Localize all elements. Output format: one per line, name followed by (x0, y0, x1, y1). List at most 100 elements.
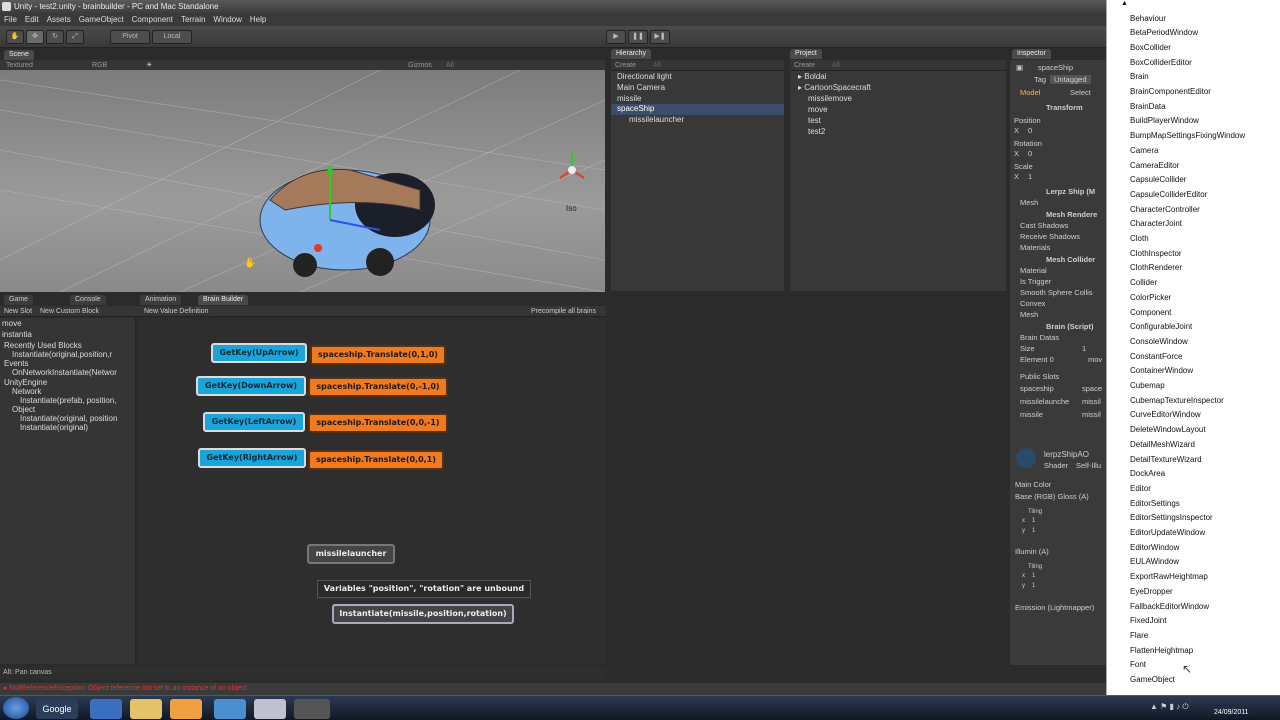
dropdown-item[interactable]: FixedJoint (1130, 616, 1166, 625)
hierarchy-item-selected[interactable]: spaceShip (617, 104, 654, 113)
pause-button[interactable]: ❚❚ (628, 30, 648, 44)
hierarchy-item[interactable]: missilelauncher (629, 115, 684, 124)
dropdown-item[interactable]: CapsuleColliderEditor (1130, 190, 1207, 199)
unity-taskbar-icon[interactable] (294, 699, 330, 719)
object-name-field[interactable]: spaceShip (1038, 63, 1073, 72)
tree-item[interactable]: OnNetworkInstantiate(Networ (12, 368, 117, 377)
menu-file[interactable]: File (0, 13, 21, 26)
tree-item[interactable]: Instantiate(original, position (20, 414, 117, 423)
project-item[interactable]: missilemove (808, 94, 852, 103)
menu-help[interactable]: Help (246, 13, 270, 26)
tab-scene[interactable]: Scene (4, 50, 34, 60)
tag-select[interactable]: Untagged (1050, 75, 1091, 84)
translate-left-block[interactable]: spaceship.Translate(0,0,-1) (308, 413, 448, 433)
dropdown-item[interactable]: CameraEditor (1130, 161, 1179, 170)
dropdown-item[interactable]: FallbackEditorWindow (1130, 602, 1209, 611)
new-slot-button[interactable]: New Slot (4, 306, 32, 317)
dropdown-item[interactable]: BetaPeriodWindow (1130, 28, 1198, 37)
dropdown-item[interactable]: DeleteWindowLayout (1130, 425, 1206, 434)
translate-right-block[interactable]: spaceship.Translate(0,0,1) (308, 450, 444, 470)
tray-icons[interactable]: ▲ ⚑ ▮ ♪ ⏻ (1150, 702, 1189, 712)
size-field[interactable]: 1 (1082, 344, 1086, 353)
model-select-button[interactable]: Select (1070, 88, 1091, 97)
dropdown-item[interactable]: BuildPlayerWindow (1130, 116, 1199, 125)
dropdown-item[interactable]: DetailTextureWizard (1130, 455, 1202, 464)
menu-component[interactable]: Component (128, 13, 177, 26)
error-status[interactable]: ● NullReferenceException: Object referen… (0, 683, 1106, 695)
dropdown-item[interactable]: EditorSettings (1130, 499, 1180, 508)
dropdown-item[interactable]: BrainData (1130, 102, 1166, 111)
translate-down-block[interactable]: spaceship.Translate(0,-1,0) (308, 377, 448, 397)
project-item-folder[interactable]: ▸ CartoonSpacecraft (798, 83, 871, 92)
hierarchy-item[interactable]: Main Camera (617, 83, 665, 92)
google-taskbar-button[interactable]: Google (36, 699, 78, 719)
precompile-button[interactable]: Precompile all brains (531, 306, 596, 317)
new-custom-block-button[interactable]: New Custom Block (40, 306, 99, 317)
getkey-down-block[interactable]: GetKey(DownArrow) (196, 376, 306, 396)
play-button[interactable]: ▶ (606, 30, 626, 44)
tree-item[interactable]: Instantiate(original) (20, 423, 88, 432)
app-icon[interactable] (254, 699, 286, 719)
local-toggle[interactable]: Local (152, 30, 192, 44)
dropdown-item[interactable]: CurveEditorWindow (1130, 410, 1201, 419)
tree-item[interactable]: Events (4, 359, 28, 368)
tab-console[interactable]: Console (70, 295, 106, 305)
tiling-x-field[interactable]: 1 (1032, 518, 1035, 524)
dropdown-item[interactable]: ConsoleWindow (1130, 337, 1188, 346)
tab-project[interactable]: Project (790, 49, 822, 59)
dropdown-item[interactable]: EditorSettingsInspector (1130, 513, 1213, 522)
dropdown-item[interactable]: GameObject (1130, 675, 1175, 684)
tiling-y-field[interactable]: 1 (1032, 528, 1035, 534)
dropdown-item[interactable]: Editor (1130, 484, 1151, 493)
dropdown-item[interactable]: Cloth (1130, 234, 1149, 243)
new-value-definition-button[interactable]: New Value Definition (144, 306, 208, 317)
tab-brain-builder[interactable]: Brain Builder (198, 295, 249, 305)
menu-terrain[interactable]: Terrain (177, 13, 209, 26)
rotate-tool-icon[interactable]: ↻ (46, 30, 64, 44)
pivot-toggle[interactable]: Pivot (110, 30, 150, 44)
dropdown-item[interactable]: EditorWindow (1130, 543, 1179, 552)
ie-icon[interactable] (90, 699, 122, 719)
shader-select[interactable]: Self-Illu (1076, 461, 1101, 470)
dropdown-item[interactable]: ClothRenderer (1130, 263, 1182, 272)
dropdown-item[interactable]: Brain (1130, 72, 1149, 81)
tab-game[interactable]: Game (4, 295, 34, 305)
hierarchy-create-button[interactable]: Create (615, 62, 636, 69)
dropdown-item[interactable]: Behaviour (1130, 14, 1166, 23)
missilelauncher-block[interactable]: missilelauncher (307, 544, 395, 564)
slot-spaceship-field[interactable]: space (1082, 384, 1102, 393)
project-search[interactable]: All (832, 60, 840, 71)
dropdown-item[interactable]: Cubemap (1130, 381, 1165, 390)
brain-script-header[interactable]: Brain (Script) (1046, 322, 1094, 331)
start-button[interactable] (3, 697, 29, 719)
dropdown-item[interactable]: BoxCollider (1130, 43, 1171, 52)
menu-window[interactable]: Window (209, 13, 245, 26)
tab-hierarchy[interactable]: Hierarchy (611, 49, 651, 59)
menu-assets[interactable]: Assets (43, 13, 75, 26)
tree-item[interactable]: Instantiate(original,position,r (12, 350, 112, 359)
dropdown-item[interactable]: ClothInspector (1130, 249, 1182, 258)
dropdown-item[interactable]: CubemapTextureInspector (1130, 396, 1224, 405)
tree-item[interactable]: Instantiate(prefab, position, (20, 396, 117, 405)
hand-tool-icon[interactable]: ✋ (6, 30, 24, 44)
dropdown-item[interactable]: BrainComponentEditor (1130, 87, 1211, 96)
hierarchy-search[interactable]: All (653, 60, 661, 71)
tab-inspector[interactable]: Inspector (1012, 49, 1051, 59)
dropdown-item[interactable]: ContainerWindow (1130, 366, 1193, 375)
dropdown-item[interactable]: CapsuleCollider (1130, 175, 1186, 184)
element0-field[interactable]: mov (1088, 355, 1102, 364)
instantiate-block[interactable]: Instantiate(missile,position,rotation) (332, 604, 514, 624)
slot-missile-field[interactable]: missil (1082, 410, 1101, 419)
brain-select[interactable]: move (2, 319, 22, 328)
scene-view[interactable]: Iso ✋ (0, 70, 605, 292)
getkey-left-block[interactable]: GetKey(LeftArrow) (203, 412, 305, 432)
dropdown-item[interactable]: EditorUpdateWindow (1130, 528, 1205, 537)
move-tool-icon[interactable]: ✥ (26, 30, 44, 44)
getkey-right-block[interactable]: GetKey(RightArrow) (198, 448, 306, 468)
project-item[interactable]: test (808, 116, 821, 125)
tree-item[interactable]: Object (12, 405, 35, 414)
dropdown-item[interactable]: FlattenHeightmap (1130, 646, 1193, 655)
project-item[interactable]: test2 (808, 127, 825, 136)
step-button[interactable]: ▶❚ (650, 30, 670, 44)
dropdown-item[interactable]: ConfigurableJoint (1130, 322, 1192, 331)
